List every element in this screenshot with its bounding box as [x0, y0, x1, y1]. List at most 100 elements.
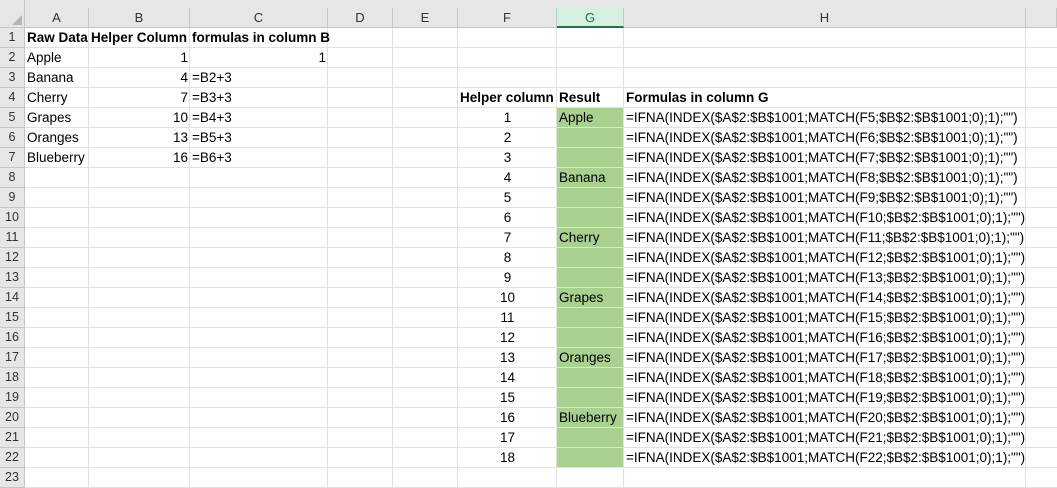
helper-f-cell[interactable]: 8	[458, 248, 557, 268]
formula-g-cell[interactable]: =IFNA(INDEX($A$2:$B$1001;MATCH(F13;$B$2:…	[624, 268, 1026, 288]
helper-f-cell[interactable]: 6	[458, 208, 557, 228]
raw-data-cell[interactable]: Grapes	[25, 108, 89, 128]
header-raw-data[interactable]: Raw Data	[25, 28, 89, 48]
helper-f-cell[interactable]: 1	[458, 108, 557, 128]
c2-value-cell[interactable]: 1	[190, 48, 328, 68]
row-header[interactable]: 11	[0, 228, 25, 248]
row-header[interactable]: 2	[0, 48, 25, 68]
formula-g-cell[interactable]: =IFNA(INDEX($A$2:$B$1001;MATCH(F17;$B$2:…	[624, 348, 1026, 368]
row-header[interactable]: 4	[0, 88, 25, 108]
formula-g-cell[interactable]: =IFNA(INDEX($A$2:$B$1001;MATCH(F15;$B$2:…	[624, 308, 1026, 328]
helper-value-cell[interactable]: 4	[89, 68, 190, 88]
header-helper-column[interactable]: Helper Column	[89, 28, 190, 48]
result-cell[interactable]: Grapes	[557, 288, 624, 308]
formula-b-cell[interactable]: =B3+3	[190, 88, 328, 108]
helper-value-cell[interactable]: 13	[89, 128, 190, 148]
row-header[interactable]: 8	[0, 168, 25, 188]
select-all-button[interactable]	[0, 0, 25, 28]
helper-f-cell[interactable]: 7	[458, 228, 557, 248]
formula-g-cell[interactable]: =IFNA(INDEX($A$2:$B$1001;MATCH(F7;$B$2:$…	[624, 148, 1026, 168]
header-helper-column-f[interactable]: Helper column	[458, 88, 557, 108]
helper-value-cell[interactable]: 16	[89, 148, 190, 168]
formula-g-cell[interactable]: =IFNA(INDEX($A$2:$B$1001;MATCH(F6;$B$2:$…	[624, 128, 1026, 148]
helper-f-cell[interactable]: 3	[458, 148, 557, 168]
formula-b-cell[interactable]: =B2+3	[190, 68, 328, 88]
row-header[interactable]: 20	[0, 408, 25, 428]
helper-f-cell[interactable]: 5	[458, 188, 557, 208]
formula-g-cell[interactable]: =IFNA(INDEX($A$2:$B$1001;MATCH(F8;$B$2:$…	[624, 168, 1026, 188]
helper-f-cell[interactable]: 4	[458, 168, 557, 188]
helper-f-cell[interactable]: 11	[458, 308, 557, 328]
helper-value-cell[interactable]: 1	[89, 48, 190, 68]
header-result[interactable]: Result	[557, 88, 624, 108]
helper-f-cell[interactable]: 9	[458, 268, 557, 288]
raw-data-cell[interactable]: Cherry	[25, 88, 89, 108]
result-cell[interactable]	[557, 128, 624, 148]
row-header[interactable]: 12	[0, 248, 25, 268]
formula-g-cell[interactable]: =IFNA(INDEX($A$2:$B$1001;MATCH(F14;$B$2:…	[624, 288, 1026, 308]
result-cell[interactable]: Blueberry	[557, 408, 624, 428]
raw-data-cell[interactable]: Blueberry	[25, 148, 89, 168]
column-header-f[interactable]: F	[458, 8, 557, 28]
helper-f-cell[interactable]: 16	[458, 408, 557, 428]
column-header-i[interactable]	[1026, 8, 1057, 28]
row-header[interactable]: 23	[0, 468, 25, 488]
column-header-b[interactable]: B	[89, 8, 190, 28]
formula-g-cell[interactable]: =IFNA(INDEX($A$2:$B$1001;MATCH(F20;$B$2:…	[624, 408, 1026, 428]
column-header-g[interactable]: G	[557, 8, 624, 28]
formula-g-cell[interactable]: =IFNA(INDEX($A$2:$B$1001;MATCH(F21;$B$2:…	[624, 428, 1026, 448]
result-cell[interactable]: Cherry	[557, 228, 624, 248]
formula-g-cell[interactable]: =IFNA(INDEX($A$2:$B$1001;MATCH(F5;$B$2:$…	[624, 108, 1026, 128]
row-header[interactable]: 16	[0, 328, 25, 348]
spreadsheet-grid[interactable]: A B C D E F G H 1 2 3 4 5 6 7 8 9 10 11 12 13 14 15 16 17 18 19 20 2…	[0, 0, 1057, 488]
formula-g-cell[interactable]: =IFNA(INDEX($A$2:$B$1001;MATCH(F11;$B$2:…	[624, 228, 1026, 248]
result-cell[interactable]	[557, 448, 624, 468]
result-cell[interactable]: Banana	[557, 168, 624, 188]
formula-g-cell[interactable]: =IFNA(INDEX($A$2:$B$1001;MATCH(F18;$B$2:…	[624, 368, 1026, 388]
formula-g-cell[interactable]: =IFNA(INDEX($A$2:$B$1001;MATCH(F12;$B$2:…	[624, 248, 1026, 268]
row-header[interactable]: 7	[0, 148, 25, 168]
row-header[interactable]: 13	[0, 268, 25, 288]
column-header-c[interactable]: C	[190, 8, 328, 28]
result-cell[interactable]	[557, 148, 624, 168]
result-cell[interactable]	[557, 268, 624, 288]
result-cell[interactable]	[557, 428, 624, 448]
result-cell[interactable]	[557, 308, 624, 328]
helper-f-cell[interactable]: 12	[458, 328, 557, 348]
helper-f-cell[interactable]: 10	[458, 288, 557, 308]
result-cell[interactable]	[557, 328, 624, 348]
helper-f-cell[interactable]: 14	[458, 368, 557, 388]
row-header[interactable]: 17	[0, 348, 25, 368]
header-formulas-column-b[interactable]: formulas in column B	[190, 28, 330, 48]
result-cell[interactable]	[557, 368, 624, 388]
result-cell[interactable]: Apple	[557, 108, 624, 128]
formula-g-cell[interactable]: =IFNA(INDEX($A$2:$B$1001;MATCH(F22;$B$2:…	[624, 448, 1026, 468]
formula-g-cell[interactable]: =IFNA(INDEX($A$2:$B$1001;MATCH(F16;$B$2:…	[624, 328, 1026, 348]
helper-f-cell[interactable]: 17	[458, 428, 557, 448]
row-header[interactable]: 5	[0, 108, 25, 128]
helper-f-cell[interactable]: 13	[458, 348, 557, 368]
result-cell[interactable]: Oranges	[557, 348, 624, 368]
row-header[interactable]: 22	[0, 448, 25, 468]
row-header[interactable]: 14	[0, 288, 25, 308]
helper-f-cell[interactable]: 15	[458, 388, 557, 408]
row-header[interactable]: 1	[0, 28, 25, 48]
column-header-d[interactable]: D	[328, 8, 393, 28]
formula-b-cell[interactable]: =B6+3	[190, 148, 328, 168]
row-header[interactable]: 15	[0, 308, 25, 328]
result-cell[interactable]	[557, 208, 624, 228]
header-formulas-column-g[interactable]: Formulas in column G	[624, 88, 1026, 108]
row-header[interactable]: 18	[0, 368, 25, 388]
column-header-h[interactable]: H	[624, 8, 1026, 28]
helper-value-cell[interactable]: 7	[89, 88, 190, 108]
row-header[interactable]: 6	[0, 128, 25, 148]
row-header[interactable]: 19	[0, 388, 25, 408]
result-cell[interactable]	[557, 388, 624, 408]
result-cell[interactable]	[557, 248, 624, 268]
formula-g-cell[interactable]: =IFNA(INDEX($A$2:$B$1001;MATCH(F10;$B$2:…	[624, 208, 1026, 228]
helper-f-cell[interactable]: 2	[458, 128, 557, 148]
raw-data-cell[interactable]: Oranges	[25, 128, 89, 148]
row-header[interactable]: 9	[0, 188, 25, 208]
formula-b-cell[interactable]: =B5+3	[190, 128, 328, 148]
raw-data-cell[interactable]: Banana	[25, 68, 89, 88]
